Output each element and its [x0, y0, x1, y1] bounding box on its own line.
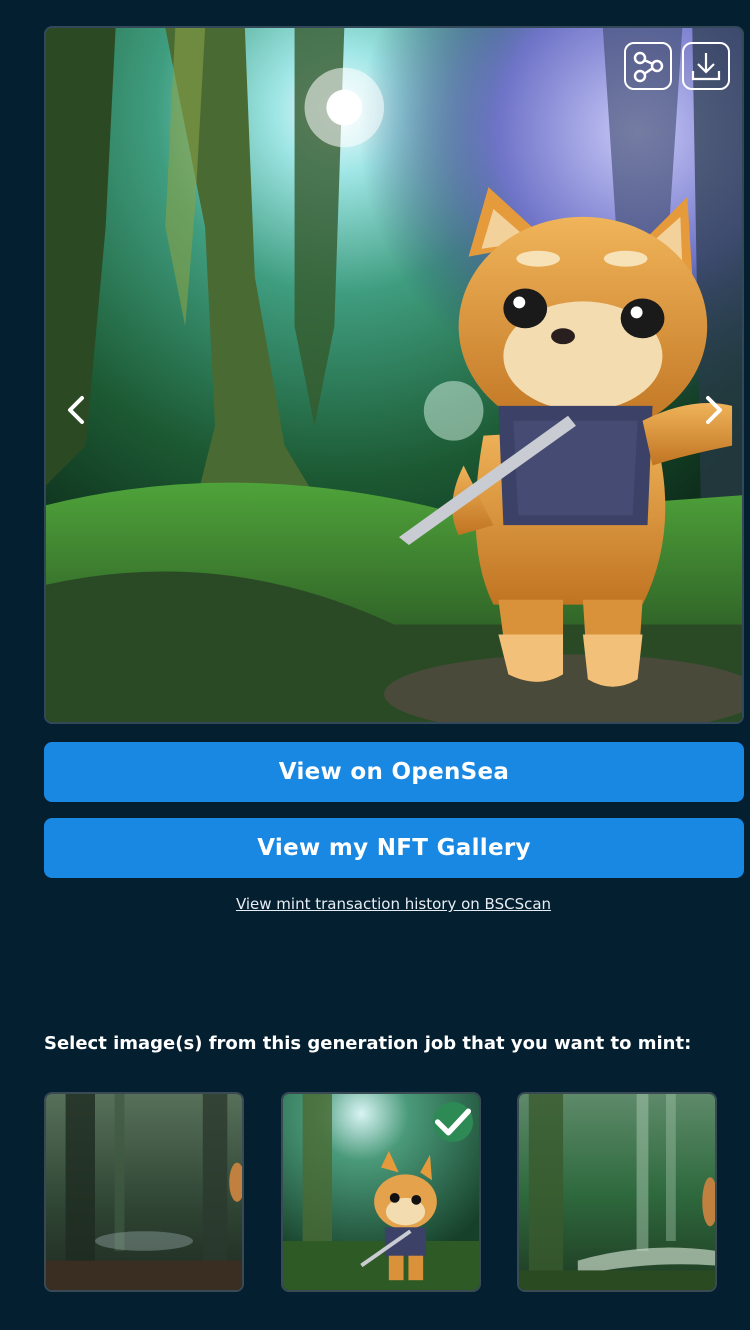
bscscan-history-link[interactable]: View mint transaction history on BSCScan — [0, 895, 750, 913]
thumbnail-1[interactable] — [44, 1092, 244, 1292]
checkmark-icon — [434, 1108, 472, 1136]
share-button[interactable] — [624, 42, 672, 90]
download-button[interactable] — [682, 42, 730, 90]
nft-image-viewer — [44, 26, 744, 724]
share-icon — [633, 51, 664, 83]
thumbnail-2[interactable] — [281, 1092, 481, 1292]
generated-image — [46, 28, 742, 722]
next-image-button[interactable] — [694, 388, 734, 432]
previous-image-button[interactable] — [56, 388, 96, 432]
thumbnail-image — [46, 1094, 242, 1290]
thumbnail-image — [519, 1094, 715, 1290]
select-images-heading: Select image(s) from this generation job… — [44, 1033, 692, 1054]
chevron-right-icon — [706, 396, 722, 424]
view-on-opensea-button[interactable]: View on OpenSea — [44, 742, 744, 802]
thumbnail-3[interactable] — [517, 1092, 717, 1292]
download-icon — [691, 53, 721, 81]
chevron-left-icon — [68, 396, 84, 424]
selected-check-badge — [433, 1102, 473, 1142]
view-nft-gallery-button[interactable]: View my NFT Gallery — [44, 818, 744, 878]
